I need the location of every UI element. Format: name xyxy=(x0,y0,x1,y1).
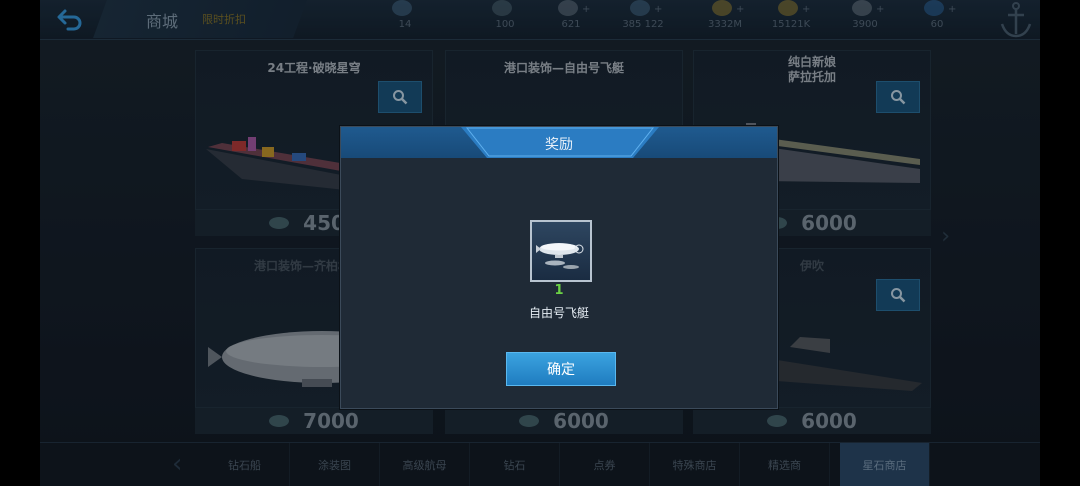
dialog-title: 奖励 xyxy=(545,137,573,153)
reward-dialog: 奖励 1 自由号飞艇 确定 xyxy=(340,126,778,409)
reward-item-name: 自由号飞艇 xyxy=(528,306,589,320)
airship-icon xyxy=(536,243,584,269)
reward-quantity: 1 xyxy=(554,283,564,298)
confirm-button[interactable]: 确定 xyxy=(506,352,616,386)
dialog-header: 奖励 xyxy=(341,127,777,158)
reward-item-slot[interactable] xyxy=(530,220,592,282)
